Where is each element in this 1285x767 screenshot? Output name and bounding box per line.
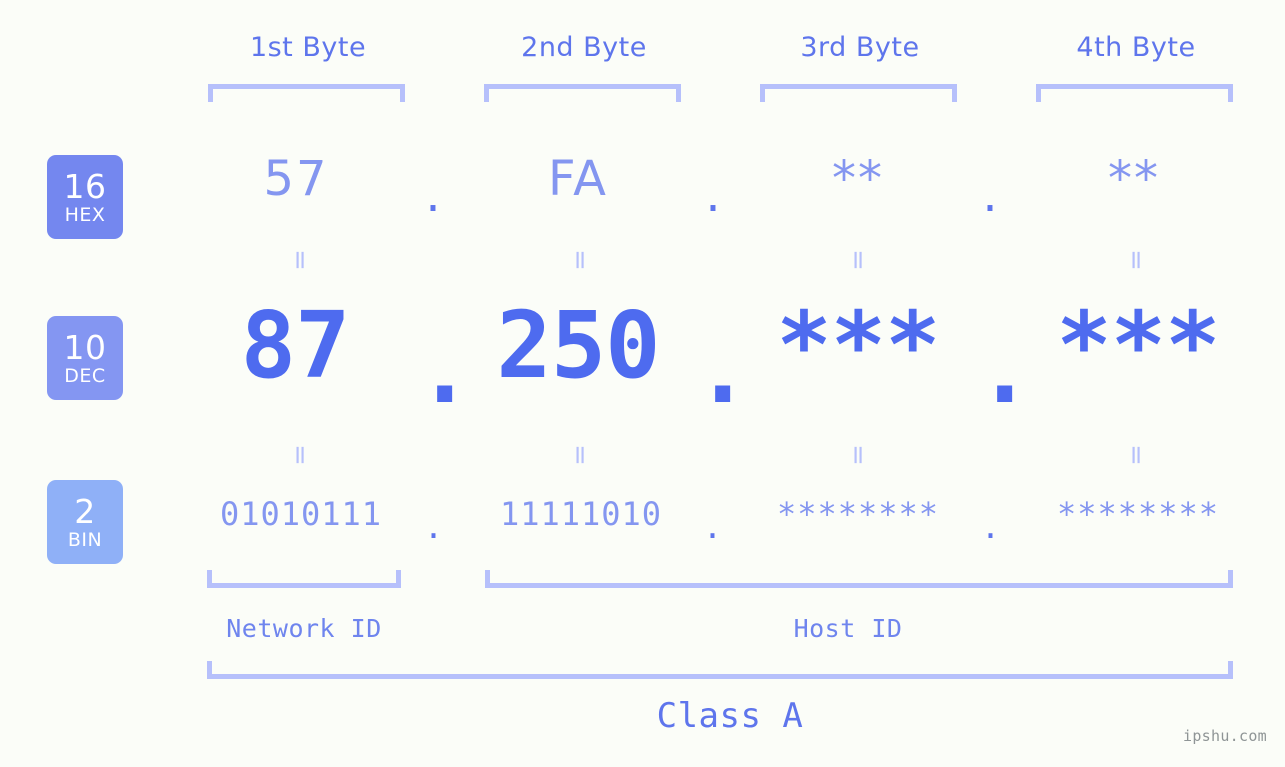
base-badge-hex-name: HEX [64,203,106,226]
host-id-bracket [485,570,1233,588]
class-label: Class A [656,696,804,736]
network-id-bracket [207,570,401,588]
hex-byte-4: ** [1108,151,1160,207]
dec-byte-1: 87 [240,292,351,399]
base-badge-dec-name: DEC [64,364,106,387]
bin-separator-1: . [423,508,445,546]
base-badge-dec[interactable]: 10 DEC [47,316,123,400]
base-badge-dec-number: 10 [63,327,107,367]
hex-separator-1: . [425,167,443,223]
byte-header-1: 1st Byte [249,32,367,63]
dec-separator-2: . [695,317,750,424]
dec-byte-3: *** [776,292,940,399]
byte-bracket-2 [484,84,681,102]
base-badge-bin[interactable]: 2 BIN [47,480,123,564]
dec-separator-1: . [417,317,472,424]
base-badge-bin-number: 2 [74,491,96,531]
equals-icon-hex-dec-4: = [1121,249,1151,271]
base-badge-bin-name: BIN [67,528,103,551]
hex-byte-2: FA [547,151,609,207]
dec-byte-2: 250 [496,292,660,399]
bin-separator-3: . [980,508,1002,546]
byte-header-3: 3rd Byte [800,32,920,63]
bin-byte-4: ******** [1056,495,1220,533]
hex-separator-2: . [705,167,723,223]
equals-icon-dec-bin-2: = [565,444,595,466]
host-id-label: Host ID [793,614,903,643]
hex-byte-3: ** [832,151,884,207]
equals-icon-hex-dec-2: = [565,249,595,271]
ip-address-diagram: 1st Byte 2nd Byte 3rd Byte 4th Byte 16 H… [0,0,1285,767]
base-badge-hex[interactable]: 16 HEX [47,155,123,239]
equals-icon-hex-dec-1: = [285,249,315,271]
watermark: ipshu.com [1183,727,1267,745]
hex-separator-3: . [982,167,1000,223]
hex-byte-1: 57 [263,151,329,207]
class-bracket [207,661,1233,679]
base-badge-hex-number: 16 [63,166,107,206]
equals-icon-dec-bin-3: = [843,444,873,466]
bin-byte-2: 11111010 [499,495,663,533]
bin-separator-2: . [702,508,724,546]
byte-bracket-3 [760,84,957,102]
byte-header-2: 2nd Byte [521,32,647,63]
byte-bracket-4 [1036,84,1233,102]
equals-icon-dec-bin-4: = [1121,444,1151,466]
dec-byte-4: *** [1056,292,1220,399]
network-id-label: Network ID [226,614,382,643]
bin-byte-1: 01010111 [219,495,383,533]
dec-separator-3: . [977,317,1032,424]
byte-bracket-1 [208,84,405,102]
equals-icon-hex-dec-3: = [843,249,873,271]
bin-byte-3: ******** [776,495,940,533]
equals-icon-dec-bin-1: = [285,444,315,466]
byte-header-4: 4th Byte [1076,32,1196,63]
